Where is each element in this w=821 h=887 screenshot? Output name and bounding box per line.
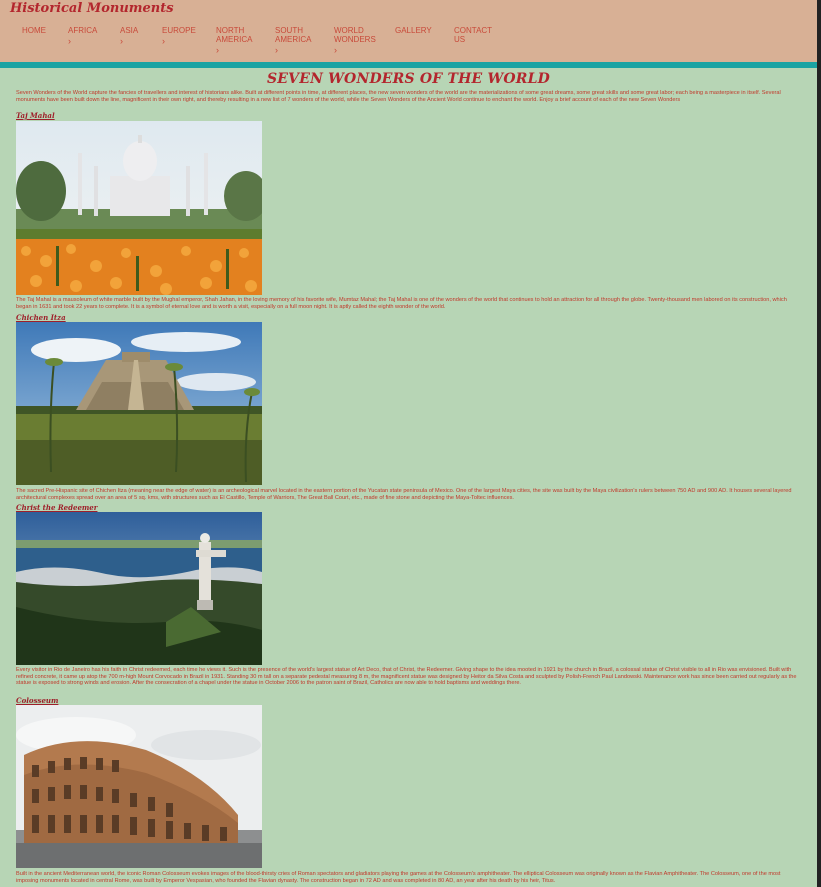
- chevron-right-icon: ›: [68, 36, 71, 46]
- nav-item-africa[interactable]: AFRICA ›: [68, 26, 97, 46]
- header-divider: [0, 62, 817, 68]
- section-title-colosseum[interactable]: Colosseum: [16, 696, 58, 705]
- nav-item-asia[interactable]: ASIA ›: [120, 26, 138, 46]
- nav-item-europe[interactable]: EUROPE ›: [162, 26, 196, 46]
- nav-item-label: AFRICA: [68, 26, 98, 35]
- nav-item-label: HOME: [22, 26, 46, 35]
- section-description-colosseum: Built in the ancient Mediterranean world…: [16, 871, 781, 884]
- section-title-christ-the-redeemer[interactable]: Christ the Redeemer: [16, 503, 97, 512]
- chevron-right-icon: ›: [162, 36, 165, 46]
- site-header: Historical Monuments HOME AFRICA › ASIA …: [0, 0, 817, 62]
- nav-item-label: SOUTH AMERICA: [275, 26, 312, 44]
- chevron-right-icon: ›: [275, 45, 278, 55]
- nav-item-label: ASIA: [120, 26, 139, 35]
- chichen-itza-photo: [16, 322, 262, 485]
- nav-item-contact-us[interactable]: CONTACT US: [454, 26, 494, 44]
- nav-item-world-wonders[interactable]: WORLD WONDERS ›: [334, 26, 378, 55]
- nav-item-label: NORTH AMERICA: [216, 26, 253, 44]
- nav-item-label: EUROPE: [162, 26, 196, 35]
- intro-paragraph: Seven Wonders of the World capture the f…: [16, 90, 781, 103]
- chevron-right-icon: ›: [120, 36, 123, 46]
- nav-item-label: GALLERY: [395, 26, 432, 35]
- nav-item-home[interactable]: HOME: [22, 26, 46, 35]
- chevron-right-icon: ›: [334, 45, 337, 55]
- nav-item-label: WORLD WONDERS: [334, 26, 376, 44]
- section-title-chichen-itza[interactable]: Chichen Itza: [16, 313, 66, 322]
- window-edge: [817, 0, 821, 887]
- site-logo[interactable]: Historical Monuments: [10, 1, 174, 16]
- nav-item-label: CONTACT US: [454, 26, 492, 44]
- section-description-christ-the-redeemer: Every visitor in Rio de Janeiro has his …: [16, 667, 797, 687]
- page-title: SEVEN WONDERS OF THE WORLD: [266, 71, 551, 87]
- section-description-taj-mahal: The Taj Mahal is a mausoleum of white ma…: [16, 297, 787, 310]
- section-title-taj-mahal[interactable]: Taj Mahal: [16, 111, 55, 120]
- nav-item-north-america[interactable]: NORTH AMERICA ›: [216, 26, 260, 55]
- nav-item-south-america[interactable]: SOUTH AMERICA ›: [275, 26, 319, 55]
- colosseum-photo: [16, 705, 262, 868]
- section-description-chichen-itza: The sacred Pre-Hispanic site of Chichen …: [16, 488, 792, 501]
- nav-item-gallery[interactable]: GALLERY: [395, 26, 432, 35]
- christ-the-redeemer-photo: [16, 512, 262, 665]
- taj-mahal-photo: [16, 121, 262, 295]
- chevron-right-icon: ›: [216, 45, 219, 55]
